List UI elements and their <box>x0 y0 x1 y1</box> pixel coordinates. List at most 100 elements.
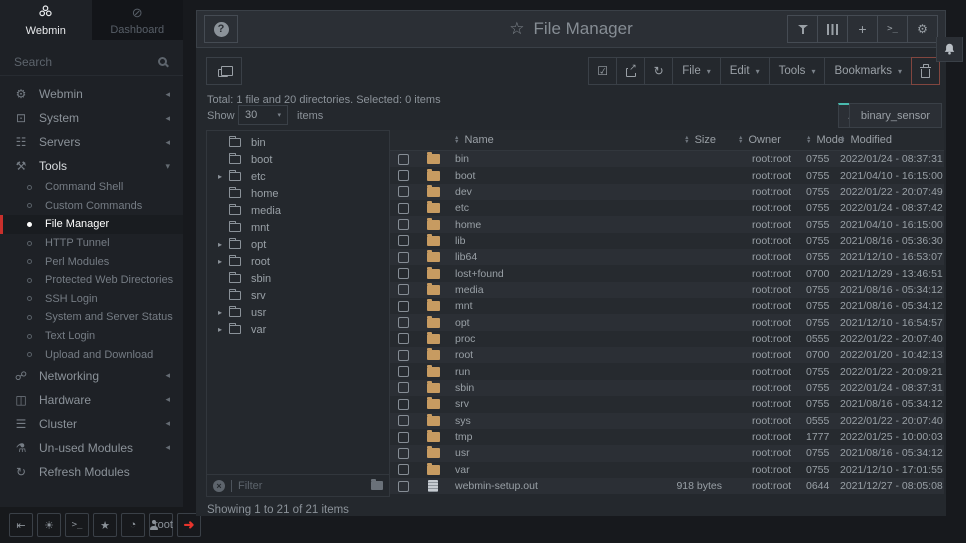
add-button[interactable]: + <box>847 15 878 43</box>
row-checkbox[interactable] <box>398 186 409 197</box>
tree-item-usr[interactable]: ▸usr <box>207 304 389 321</box>
sidebar-item-perl-modules[interactable]: Perl Modules <box>0 252 183 271</box>
sidebar-category-hardware[interactable]: ◫Hardware◂ <box>0 388 183 412</box>
chevron-right-icon[interactable]: ▸ <box>214 257 226 266</box>
chevron-right-icon[interactable]: ▸ <box>214 325 226 334</box>
tree-filter-bar[interactable]: × Filter <box>207 474 389 496</box>
help-button[interactable]: ? <box>204 15 238 43</box>
refresh-button[interactable]: ↻ <box>644 57 673 85</box>
sidebar-item-file-manager[interactable]: File Manager <box>0 215 183 234</box>
sidebar-category-webmin[interactable]: ⚙Webmin◂ <box>0 82 183 106</box>
cell-name[interactable]: lib64 <box>450 251 636 263</box>
chevron-right-icon[interactable]: ▸ <box>214 172 226 181</box>
row-checkbox[interactable] <box>398 284 409 295</box>
favorite-star-icon[interactable]: ☆ <box>509 19 524 39</box>
table-row-tmp[interactable]: tmproot:root17772022/01/25 - 10:00:03 <box>390 429 944 445</box>
cell-name[interactable]: lost+found <box>450 268 636 280</box>
tab-dashboard[interactable]: ⊘ Dashboard <box>92 0 184 40</box>
table-row-lost-found[interactable]: lost+foundroot:root07002021/12/29 - 13:4… <box>390 265 944 281</box>
chevron-right-icon[interactable]: ▸ <box>214 240 226 249</box>
tab-webmin[interactable]: Webmin <box>0 0 92 40</box>
table-row-usr[interactable]: usrroot:root07552021/08/16 - 05:34:12 <box>390 445 944 461</box>
menu-file[interactable]: File▾ <box>672 57 721 85</box>
row-checkbox[interactable] <box>398 170 409 181</box>
column-header-size[interactable]: ▲▼Size <box>636 134 730 146</box>
user-button[interactable]: root <box>149 513 173 537</box>
cell-name[interactable]: sbin <box>450 382 636 394</box>
breadcrumb-current-button[interactable]: binary_sensor <box>849 103 942 128</box>
row-checkbox[interactable] <box>398 203 409 214</box>
cell-name[interactable]: media <box>450 284 636 296</box>
sort-icon[interactable]: ▲▼ <box>806 136 811 145</box>
table-row-lib[interactable]: libroot:root07552021/08/16 - 05:36:30 <box>390 233 944 249</box>
tree-item-mnt[interactable]: mnt <box>207 219 389 236</box>
table-row-root[interactable]: rootroot:root07002022/01/20 - 10:42:13 <box>390 347 944 363</box>
sidebar-item-custom-commands[interactable]: Custom Commands <box>0 197 183 216</box>
sidebar-item-upload-and-download[interactable]: Upload and Download <box>0 345 183 364</box>
tree-item-sbin[interactable]: sbin <box>207 270 389 287</box>
sidebar-category-servers[interactable]: ☷Servers◂ <box>0 130 183 154</box>
sidebar-item-system-and-server-status[interactable]: System and Server Status <box>0 308 183 327</box>
sort-icon[interactable]: ▲▼ <box>454 136 459 145</box>
cell-name[interactable]: proc <box>450 333 636 345</box>
tree-item-home[interactable]: home <box>207 185 389 202</box>
menu-bookmarks[interactable]: Bookmarks▾ <box>824 57 912 85</box>
sort-icon[interactable]: ▲▼ <box>738 136 743 145</box>
sidebar-item-ssh-login[interactable]: SSH Login <box>0 290 183 309</box>
sidebar-item-protected-web-directories[interactable]: Protected Web Directories <box>0 271 183 290</box>
clear-filter-icon[interactable]: × <box>213 480 225 492</box>
tree-item-bin[interactable]: bin <box>207 134 389 151</box>
stats-pie-button[interactable]: ◔ <box>121 513 145 537</box>
table-row-var[interactable]: varroot:root07552021/12/10 - 17:01:55 <box>390 462 944 478</box>
cell-name[interactable]: boot <box>450 170 636 182</box>
row-checkbox[interactable] <box>398 464 409 475</box>
cell-name[interactable]: run <box>450 366 636 378</box>
cell-name[interactable]: opt <box>450 317 636 329</box>
page-size-select[interactable]: 30 ▾ <box>238 105 288 125</box>
sidebar-category-cluster[interactable]: ☰Cluster◂ <box>0 412 183 436</box>
tree-item-boot[interactable]: boot <box>207 151 389 168</box>
shell-button[interactable]: >_ <box>877 15 908 43</box>
table-row-proc[interactable]: procroot:root05552022/01/22 - 20:07:40 <box>390 331 944 347</box>
row-checkbox[interactable] <box>398 301 409 312</box>
column-header-name[interactable]: ▲▼Name <box>450 134 636 146</box>
table-row-sbin[interactable]: sbinroot:root07552022/01/24 - 08:37:31 <box>390 380 944 396</box>
select-all-button[interactable]: ☑ <box>588 57 617 85</box>
chevron-right-icon[interactable]: ▸ <box>214 308 226 317</box>
cell-name[interactable]: mnt <box>450 300 636 312</box>
menu-tools[interactable]: Tools▾ <box>769 57 826 85</box>
column-header-owner[interactable]: ▲▼Owner <box>730 134 796 146</box>
table-row-sys[interactable]: sysroot:root05552022/01/22 - 20:07:40 <box>390 413 944 429</box>
table-row-opt[interactable]: optroot:root07552021/12/10 - 16:54:57 <box>390 314 944 330</box>
row-checkbox[interactable] <box>398 252 409 263</box>
cell-name[interactable]: bin <box>450 153 636 165</box>
cell-name[interactable]: sys <box>450 415 636 427</box>
table-row-dev[interactable]: devroot:root07552022/01/22 - 20:07:49 <box>390 184 944 200</box>
cell-name[interactable]: root <box>450 349 636 361</box>
folder-icon[interactable] <box>371 481 383 490</box>
row-checkbox[interactable] <box>398 219 409 230</box>
collapse-sidebar-button[interactable]: ⇤ <box>9 513 33 537</box>
sidebar-item-command-shell[interactable]: Command Shell <box>0 178 183 197</box>
row-checkbox[interactable] <box>398 333 409 344</box>
table-row-boot[interactable]: bootroot:root07552021/04/10 - 16:15:00 <box>390 167 944 183</box>
favorites-button[interactable]: ★ <box>93 513 117 537</box>
export-button[interactable] <box>616 57 645 85</box>
settings-button[interactable]: ⚙ <box>907 15 938 43</box>
tree-item-opt[interactable]: ▸opt <box>207 236 389 253</box>
column-header-modified[interactable]: ▲▼Modified <box>840 134 944 146</box>
tree-item-srv[interactable]: srv <box>207 287 389 304</box>
menu-edit[interactable]: Edit▾ <box>720 57 770 85</box>
table-row-lib64[interactable]: lib64root:root07552021/12/10 - 16:53:07 <box>390 249 944 265</box>
row-checkbox[interactable] <box>398 350 409 361</box>
notifications-bell-button[interactable] <box>936 37 963 62</box>
sidebar-category-tools[interactable]: ⚒Tools▾ <box>0 154 183 178</box>
table-row-mnt[interactable]: mntroot:root07552021/08/16 - 05:34:12 <box>390 298 944 314</box>
table-row-bin[interactable]: binroot:root07552022/01/24 - 08:37:31 <box>390 151 944 167</box>
filter-button[interactable] <box>787 15 818 43</box>
table-row-etc[interactable]: etcroot:root07552022/01/24 - 08:37:42 <box>390 200 944 216</box>
row-checkbox[interactable] <box>398 154 409 165</box>
logout-button[interactable]: ➜ <box>177 513 201 537</box>
row-checkbox[interactable] <box>398 399 409 410</box>
row-checkbox[interactable] <box>398 481 409 492</box>
